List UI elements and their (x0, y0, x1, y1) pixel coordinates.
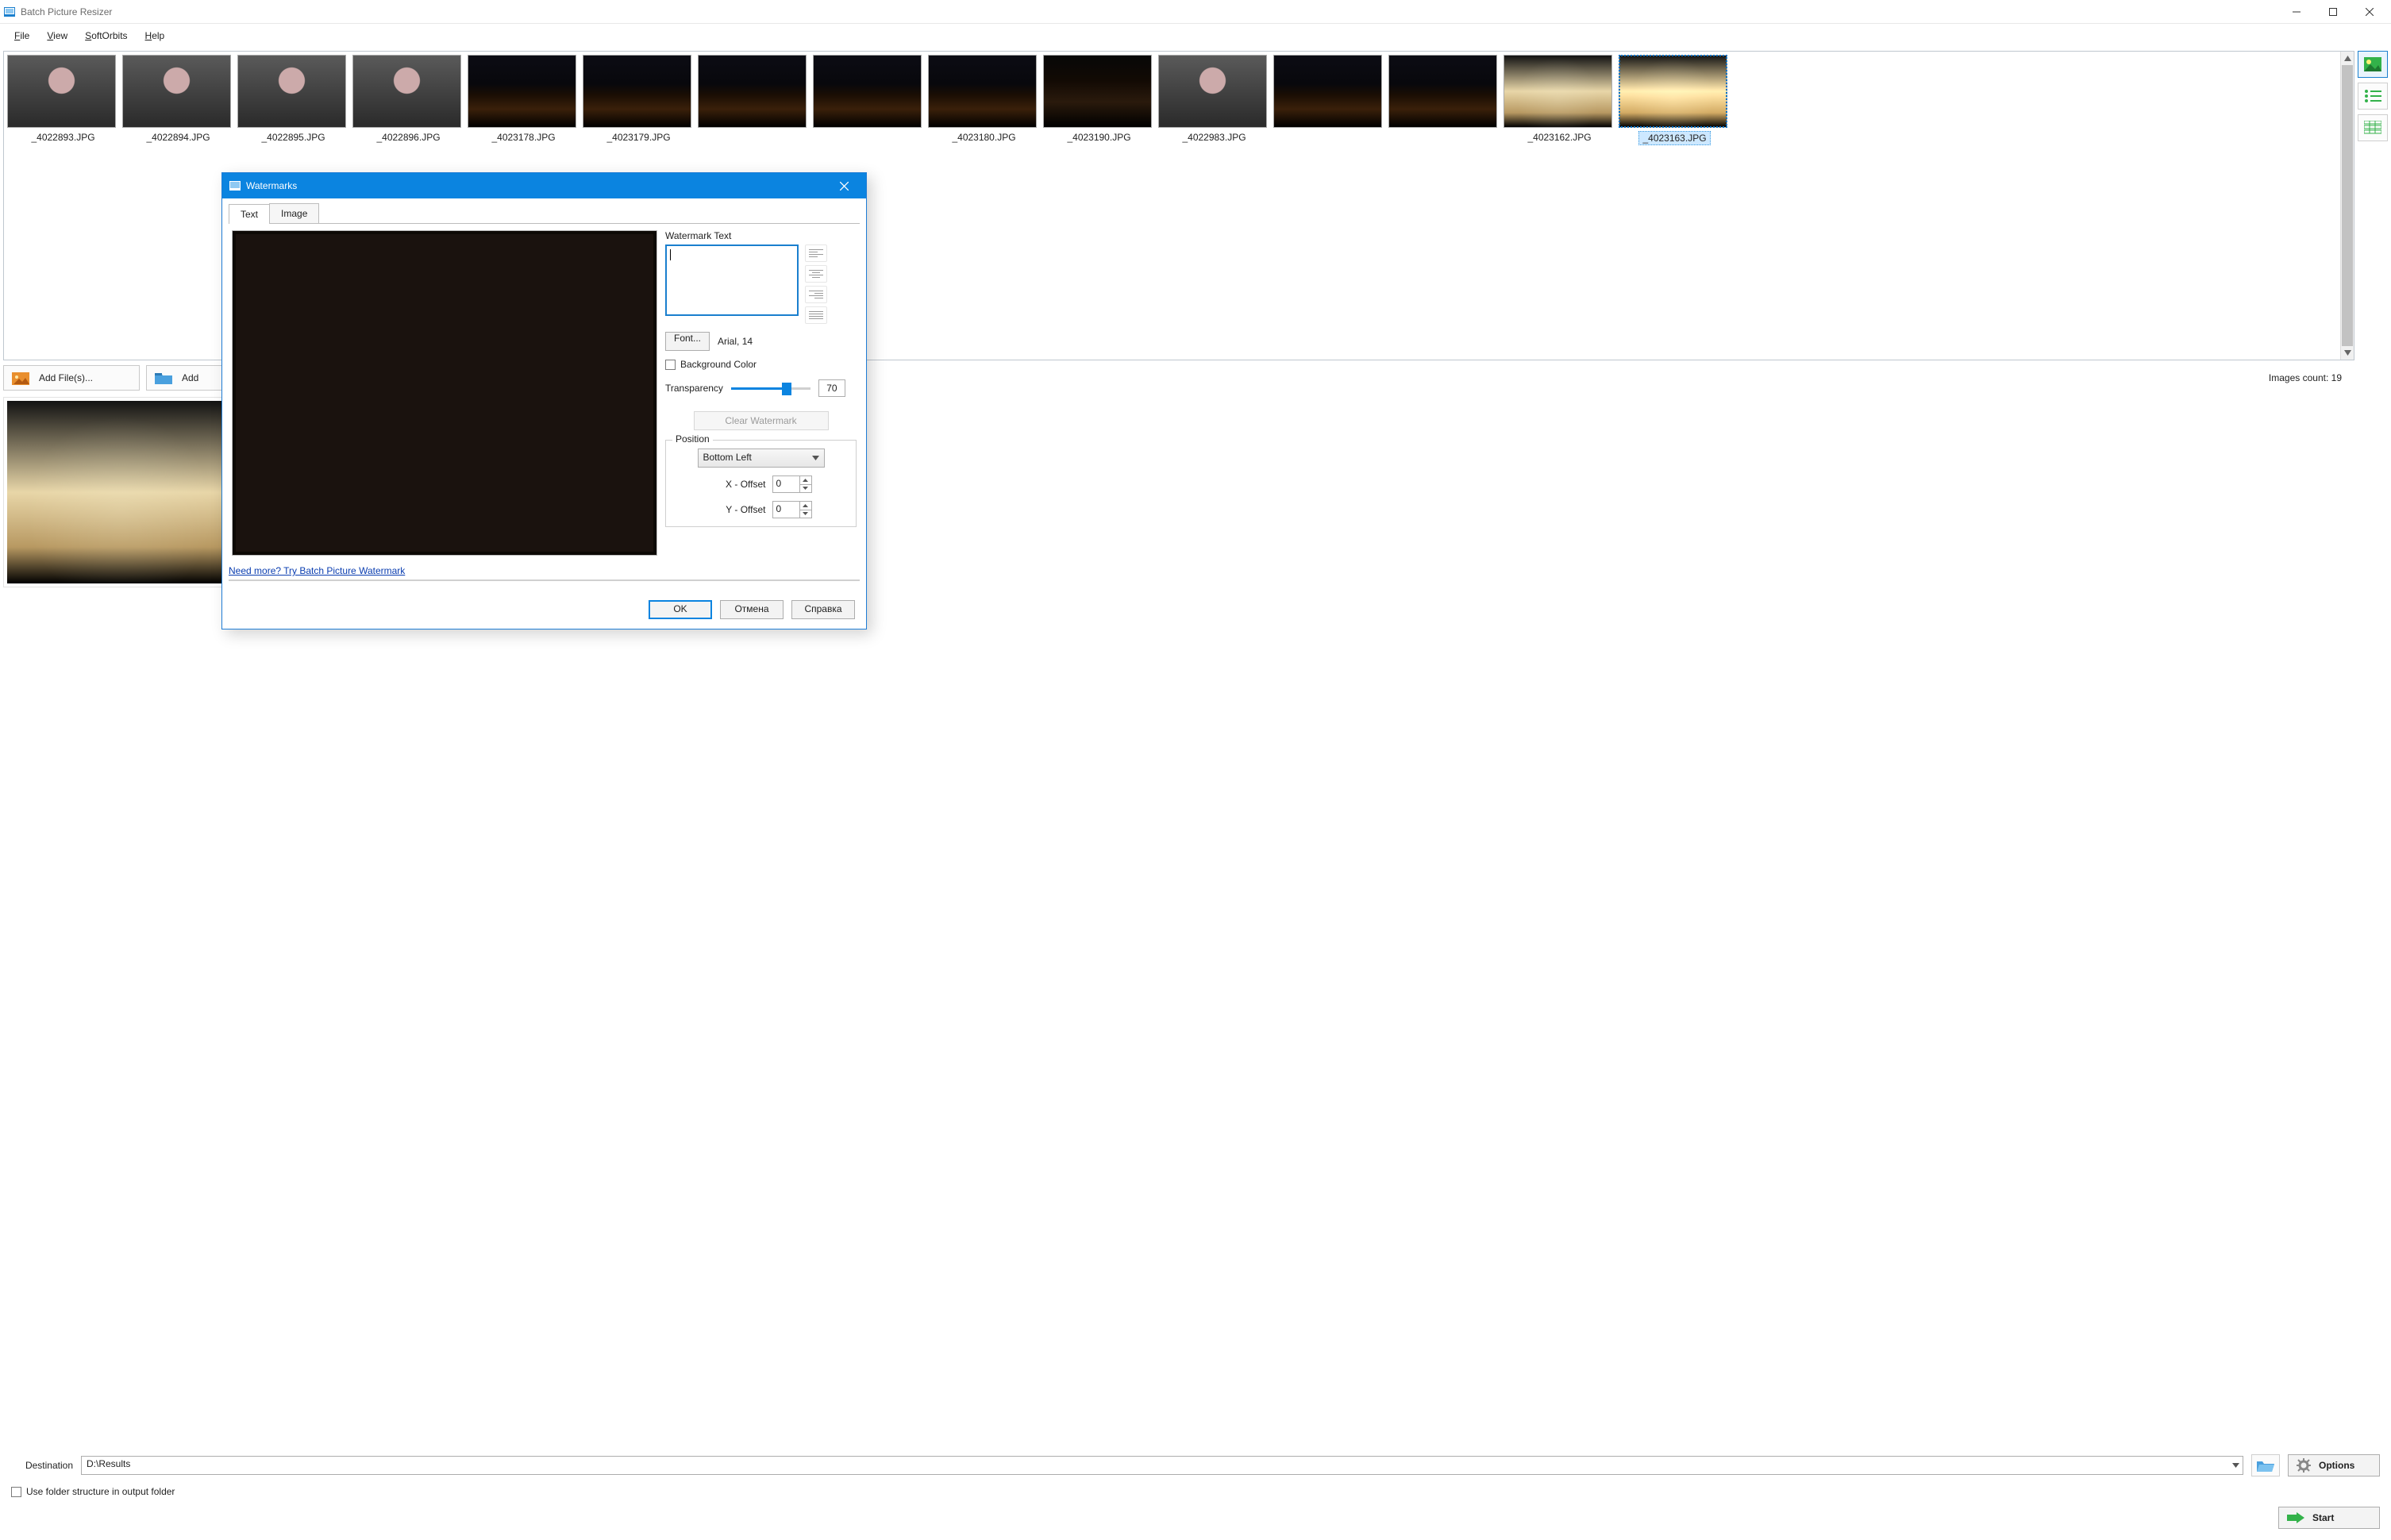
menu-file[interactable]: File (6, 27, 37, 44)
help-button[interactable]: Справка (791, 600, 855, 619)
menu-view[interactable]: View (39, 27, 75, 44)
dialog-icon (229, 179, 241, 192)
font-description: Arial, 14 (718, 336, 753, 347)
position-select[interactable]: Bottom Left (698, 449, 825, 468)
destination-row: Destination D:\Results Options (11, 1454, 2380, 1476)
font-button[interactable]: Font... (665, 332, 710, 351)
y-offset-input[interactable]: 0 (772, 501, 812, 518)
background-color-checkbox[interactable] (665, 360, 676, 370)
watermark-preview-image (236, 234, 653, 552)
chevron-down-icon (812, 456, 819, 460)
destination-label: Destination (11, 1460, 73, 1471)
watermark-text-input[interactable] (665, 244, 799, 316)
watermark-controls: Watermark Text (665, 230, 857, 556)
options-button[interactable]: Options (2288, 1454, 2380, 1476)
use-folder-structure-row: Use folder structure in output folder (11, 1486, 2380, 1497)
clear-watermark-button[interactable]: Clear Watermark (694, 411, 829, 430)
minimize-button[interactable] (2278, 0, 2315, 24)
start-label: Start (2312, 1512, 2334, 1523)
browse-destination-button[interactable] (2251, 1454, 2280, 1476)
more-link[interactable]: Need more? Try Batch Picture Watermark (229, 562, 405, 578)
watermarks-dialog: Watermarks Text Image Watermark Tex (221, 172, 867, 629)
gear-icon (2297, 1458, 2311, 1473)
spin-up-icon[interactable] (799, 476, 811, 485)
chevron-down-icon (2232, 1463, 2239, 1468)
dialog-body: Text Image Watermark Text (222, 198, 866, 591)
dialog-titlebar[interactable]: Watermarks (222, 173, 866, 198)
transparency-value[interactable]: 70 (818, 379, 845, 397)
destination-value: D:\Results (87, 1458, 130, 1469)
y-offset-label: Y - Offset (710, 504, 766, 515)
menubar: File View SoftOrbits Help (0, 24, 2391, 48)
position-value: Bottom Left (703, 452, 752, 463)
app-icon (3, 6, 16, 18)
spin-down-icon[interactable] (799, 485, 811, 493)
align-center-button[interactable] (805, 265, 827, 283)
transparency-label: Transparency (665, 383, 723, 394)
x-offset-label: X - Offset (710, 479, 766, 490)
align-left-button[interactable] (805, 244, 827, 262)
destination-input[interactable]: D:\Results (81, 1456, 2243, 1475)
cancel-button[interactable]: Отмена (720, 600, 784, 619)
menu-softorbits[interactable]: SoftOrbits (77, 27, 135, 44)
arrow-right-icon (2287, 1512, 2304, 1523)
modal-overlay: Watermarks Text Image Watermark Tex (0, 48, 2391, 1454)
use-folder-structure-label: Use folder structure in output folder (26, 1486, 175, 1497)
window-title: Batch Picture Resizer (21, 6, 112, 17)
close-button[interactable] (2351, 0, 2388, 24)
ok-button[interactable]: OK (649, 600, 712, 619)
main-region: _4022893.JPG_4022894.JPG_4022895.JPG_402… (0, 48, 2391, 1454)
transparency-slider[interactable] (731, 380, 810, 396)
group-watermark-text: Watermark Text (665, 230, 857, 370)
start-row: Start (11, 1507, 2380, 1529)
align-justify-button[interactable] (805, 306, 827, 324)
group-position: Position Bottom Left X - Offset 0 (665, 440, 857, 527)
menu-help[interactable]: Help (137, 27, 173, 44)
options-label: Options (2319, 1460, 2354, 1471)
titlebar: Batch Picture Resizer (0, 0, 2391, 24)
maximize-button[interactable] (2315, 0, 2351, 24)
group-position-title: Position (672, 433, 713, 445)
dialog-footer: OK Отмена Справка (222, 591, 866, 629)
text-caret (670, 249, 671, 260)
tab-text[interactable]: Text (229, 204, 270, 224)
window-controls (2278, 0, 2388, 24)
x-offset-input[interactable]: 0 (772, 475, 812, 493)
x-offset-value: 0 (776, 478, 782, 489)
bottom-bar: Destination D:\Results Options Use folde… (0, 1445, 2391, 1540)
background-color-label: Background Color (680, 359, 757, 370)
dialog-tabs: Text Image (229, 203, 860, 224)
tab-image[interactable]: Image (269, 203, 319, 223)
spin-up-icon[interactable] (799, 502, 811, 510)
group-watermark-text-title: Watermark Text (665, 230, 857, 241)
transparency-row: Transparency 70 (665, 379, 857, 397)
use-folder-structure-checkbox[interactable] (11, 1487, 21, 1497)
align-right-button[interactable] (805, 286, 827, 303)
text-align-buttons (805, 244, 827, 324)
dialog-close-button[interactable] (828, 173, 860, 198)
tab-panel-text: Watermark Text (229, 224, 860, 562)
dialog-title: Watermarks (246, 180, 297, 191)
y-offset-value: 0 (776, 503, 782, 514)
folder-open-icon (2257, 1458, 2274, 1473)
watermark-preview (232, 230, 657, 556)
start-button[interactable]: Start (2278, 1507, 2380, 1529)
spin-down-icon[interactable] (799, 510, 811, 518)
